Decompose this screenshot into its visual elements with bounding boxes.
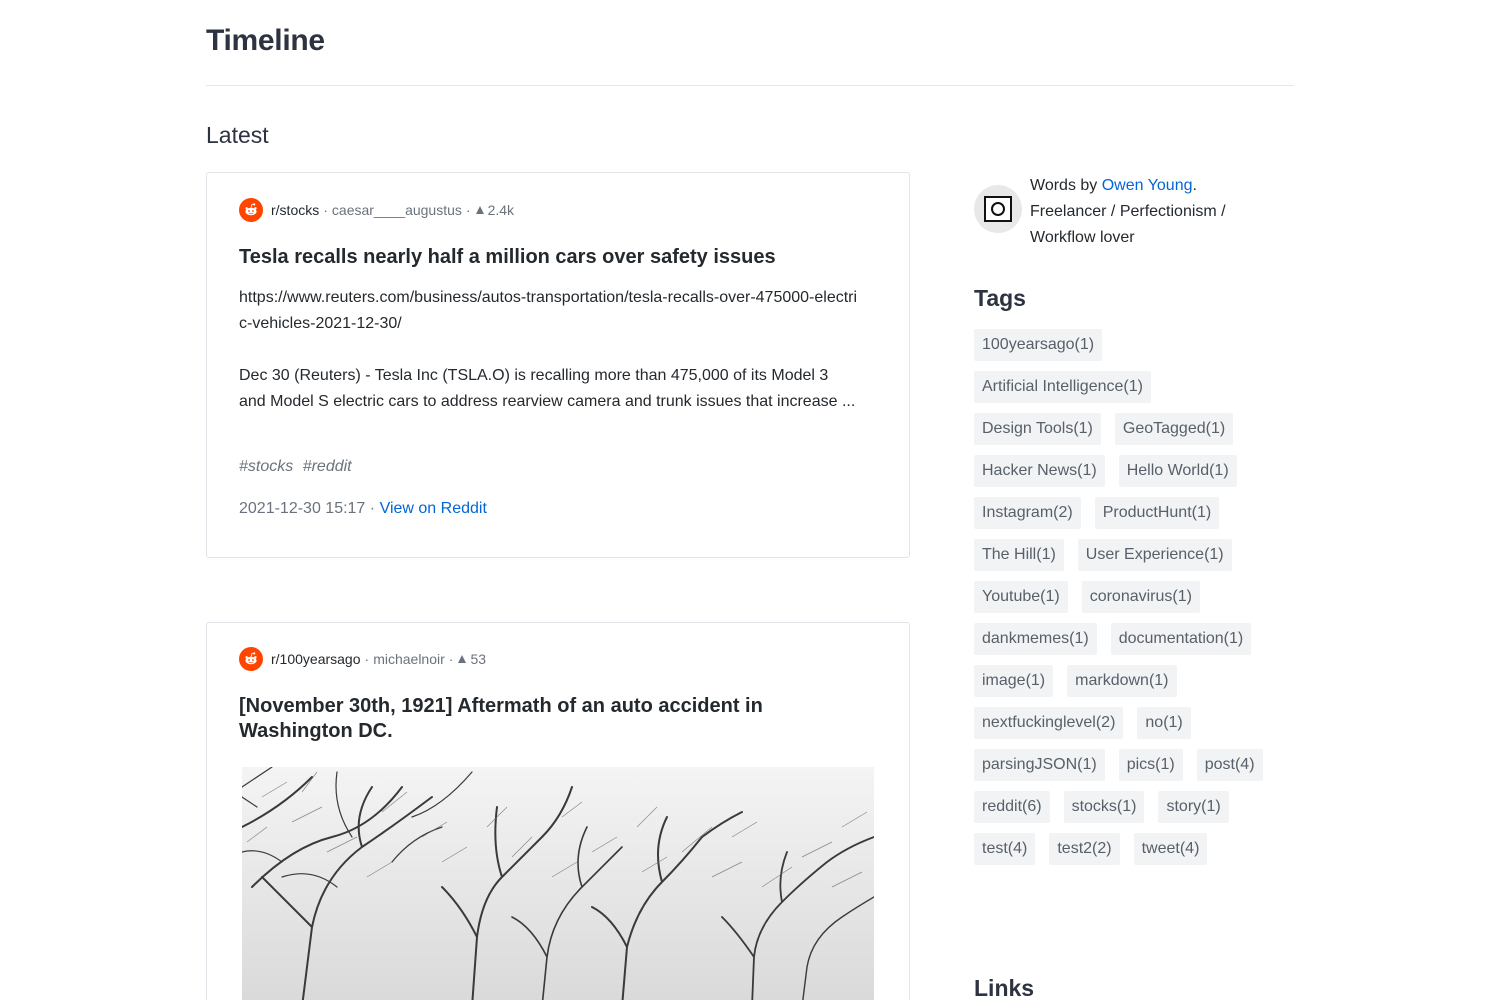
- score: 2.4k: [487, 202, 515, 218]
- post-body: https://www.reuters.com/business/autos-t…: [239, 285, 859, 415]
- author-link[interactable]: caesar____augustus: [332, 202, 462, 218]
- tag-chip[interactable]: Hacker News(1): [974, 455, 1105, 487]
- post-footer: 2021-12-30 15:17 · View on Reddit: [239, 500, 487, 518]
- tag-chip[interactable]: nextfuckinglevel(2): [974, 707, 1124, 739]
- post-title[interactable]: Tesla recalls nearly half a million cars…: [239, 245, 879, 270]
- subreddit-link[interactable]: r/100yearsago: [271, 651, 361, 667]
- post-body-url: https://www.reuters.com/business/autos-t…: [239, 289, 858, 332]
- page-title: Timeline: [206, 24, 325, 57]
- avatar-logo-icon: [984, 196, 1012, 222]
- tags-heading: Tags: [974, 285, 1026, 311]
- tag-chip[interactable]: post(4): [1196, 749, 1263, 781]
- post-timestamp: 2021-12-30 15:17: [239, 500, 366, 517]
- tag-chip[interactable]: tweet(4): [1133, 833, 1208, 865]
- author-bio: Words by Owen Young. Freelancer / Perfec…: [1030, 173, 1270, 251]
- links-heading: Links: [974, 975, 1035, 1000]
- footer-separator: ·: [369, 500, 380, 517]
- author-link[interactable]: michaelnoir: [373, 651, 445, 667]
- tag-list: 100yearsago(1) Artificial Intelligence(1)…: [974, 329, 1274, 865]
- author-suffix: .: [1192, 177, 1197, 194]
- tag-chip[interactable]: GeoTagged(1): [1114, 413, 1234, 445]
- title-divider: [206, 85, 1294, 86]
- hashtag-list: #stocks #reddit: [239, 458, 357, 476]
- tag-chip[interactable]: stocks(1): [1063, 791, 1145, 823]
- tag-chip[interactable]: The Hill(1): [974, 539, 1064, 571]
- reddit-logo-icon: [239, 647, 263, 671]
- tag-chip[interactable]: dankmemes(1): [974, 623, 1097, 655]
- tag-chip[interactable]: Hello World(1): [1118, 455, 1237, 487]
- section-title-latest: Latest: [206, 122, 269, 148]
- view-on-reddit-link[interactable]: View on Reddit: [380, 500, 487, 517]
- tag-chip[interactable]: pics(1): [1118, 749, 1183, 781]
- post-body-text: Dec 30 (Reuters) - Tesla Inc (TSLA.O) is…: [239, 367, 856, 410]
- tag-chip[interactable]: story(1): [1158, 791, 1229, 823]
- tag-chip[interactable]: coronavirus(1): [1081, 581, 1200, 613]
- tag-chip[interactable]: reddit(6): [974, 791, 1050, 823]
- post-card: r/stocks · caesar____augustus · 2.4k Tes…: [206, 172, 910, 558]
- meta-separator: ·: [364, 651, 370, 667]
- post-meta: r/100yearsago · michaelnoir · 53: [239, 647, 486, 671]
- meta-separator: ·: [323, 202, 328, 218]
- tag-chip[interactable]: parsingJSON(1): [974, 749, 1105, 781]
- tag-chip[interactable]: test(4): [974, 833, 1036, 865]
- upvote-icon: [458, 655, 467, 663]
- tag-chip[interactable]: documentation(1): [1110, 623, 1252, 655]
- hashtag[interactable]: #reddit: [303, 458, 352, 475]
- tag-chip[interactable]: User Experience(1): [1077, 539, 1232, 571]
- avatar: [974, 185, 1022, 233]
- post-title[interactable]: [November 30th, 1921] Aftermath of an au…: [239, 694, 879, 744]
- reddit-logo-icon: [239, 198, 263, 222]
- tag-chip[interactable]: no(1): [1137, 707, 1191, 739]
- tag-chip[interactable]: markdown(1): [1067, 665, 1177, 697]
- score: 53: [470, 651, 487, 667]
- tag-chip[interactable]: ProductHunt(1): [1094, 497, 1220, 529]
- subreddit-link[interactable]: r/stocks: [271, 202, 319, 218]
- tag-chip[interactable]: Design Tools(1): [974, 413, 1101, 445]
- upvote-icon: [475, 206, 484, 214]
- tag-chip[interactable]: Instagram(2): [974, 497, 1081, 529]
- tag-chip[interactable]: image(1): [974, 665, 1054, 697]
- tag-chip[interactable]: test2(2): [1049, 833, 1120, 865]
- meta-separator: ·: [465, 202, 471, 218]
- author-prefix: Words by: [1030, 177, 1102, 194]
- tag-chip[interactable]: 100yearsago(1): [974, 329, 1103, 361]
- tag-chip[interactable]: Artificial Intelligence(1): [974, 371, 1151, 403]
- author-bio-text: Freelancer / Perfectionism / Workflow lo…: [1030, 203, 1226, 246]
- meta-separator: ·: [448, 651, 454, 667]
- post-image[interactable]: [242, 767, 874, 1000]
- post-card: r/100yearsago · michaelnoir · 53 [Novemb…: [206, 622, 910, 1000]
- author-name-link[interactable]: Owen Young: [1102, 177, 1193, 194]
- post-meta: r/stocks · caesar____augustus · 2.4k: [239, 198, 514, 222]
- hashtag[interactable]: #stocks: [239, 458, 293, 475]
- tag-chip[interactable]: Youtube(1): [974, 581, 1068, 613]
